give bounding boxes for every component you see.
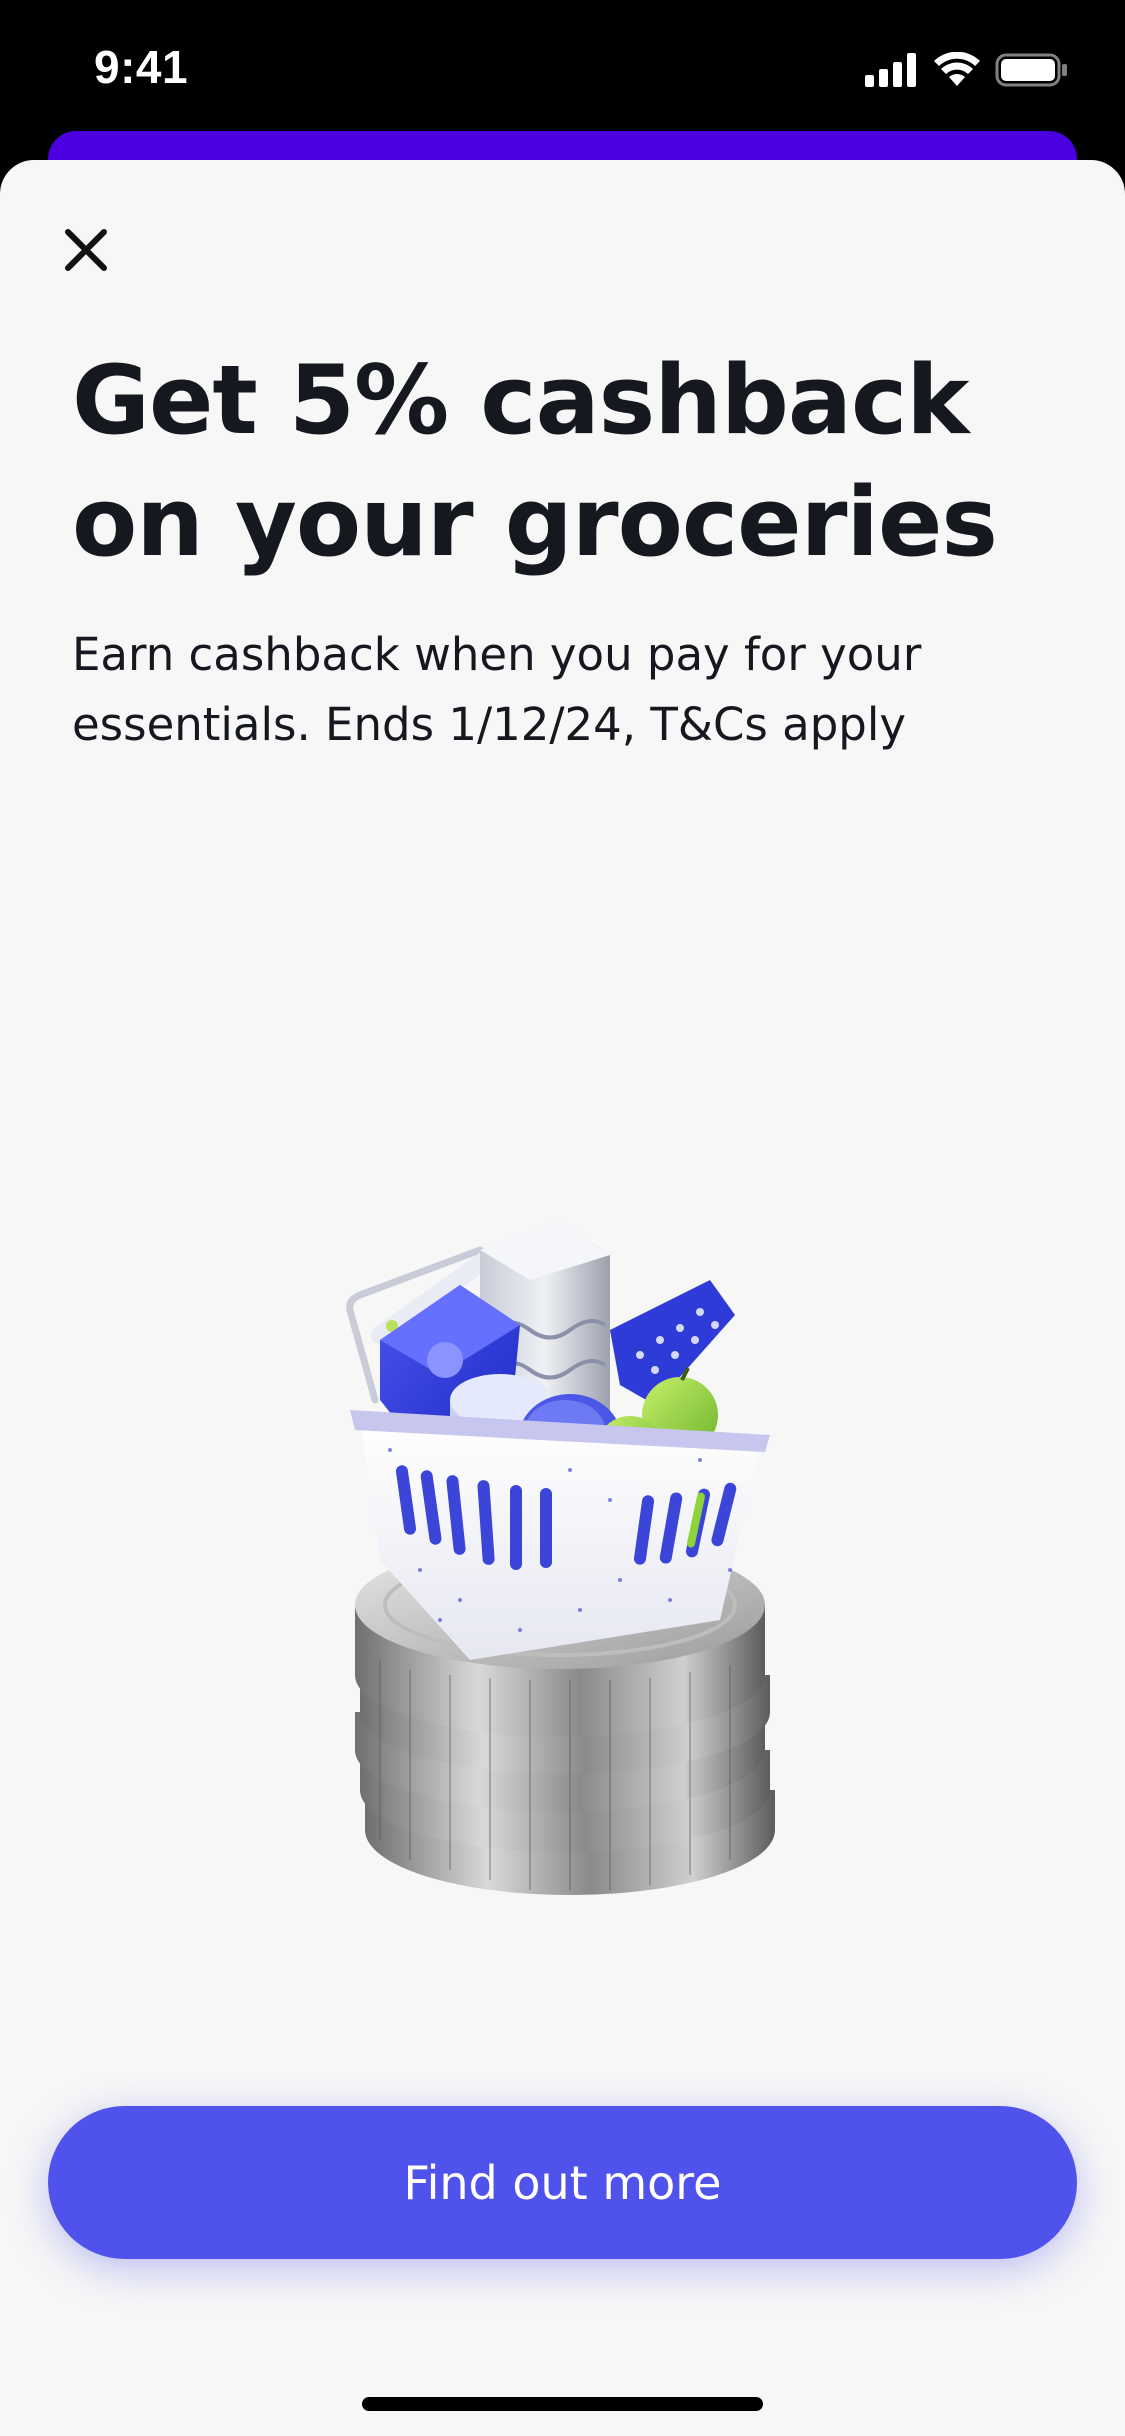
grocery-basket-on-coins-illustration <box>346 1220 775 1895</box>
promo-subtitle-line-2: essentials. Ends 1/12/24, T&Cs apply <box>72 698 906 751</box>
promo-title-line-1: Get 5% cashback <box>72 346 969 456</box>
cellular-signal-icon <box>865 53 916 87</box>
status-time: 9:41 <box>94 41 189 93</box>
home-indicator <box>362 2397 763 2411</box>
promo-subtitle-line-1: Earn cashback when you pay for your <box>72 628 922 681</box>
find-out-more-button[interactable]: Find out more <box>48 2106 1077 2259</box>
close-icon <box>65 229 107 271</box>
promo-title-line-2: on your groceries <box>72 468 998 578</box>
find-out-more-label: Find out more <box>403 2155 722 2210</box>
wifi-icon <box>934 52 980 86</box>
promo-subtitle: Earn cashback when you pay for your esse… <box>72 620 972 760</box>
battery-icon <box>995 53 1067 87</box>
close-button[interactable] <box>58 222 114 278</box>
status-icons <box>865 50 1069 90</box>
status-bar: 9:41 <box>0 0 1125 140</box>
promo-title: Get 5% cashback on your groceries <box>72 340 1072 584</box>
promo-sheet: Get 5% cashback on your groceries Earn c… <box>0 160 1125 2436</box>
